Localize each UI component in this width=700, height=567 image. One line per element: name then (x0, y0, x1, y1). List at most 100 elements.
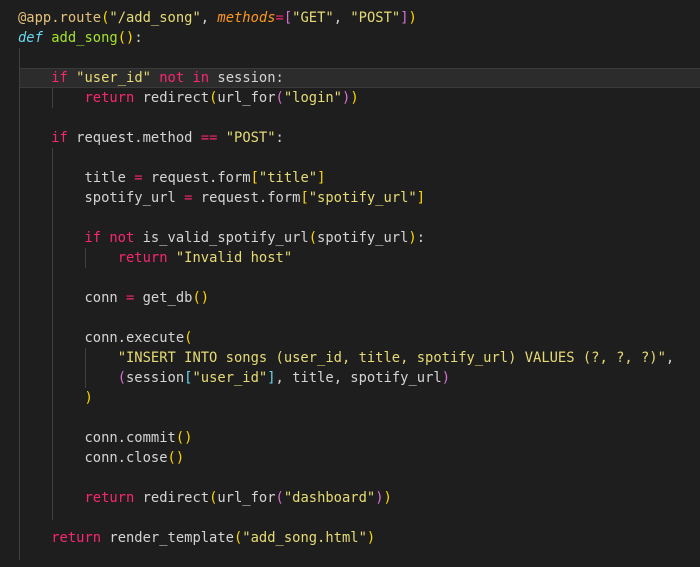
code-token: : (275, 130, 284, 146)
code-line[interactable] (0, 268, 700, 288)
code-token: "INSERT INTO songs (user_id, title, spot… (117, 350, 666, 366)
code-line[interactable] (0, 48, 700, 68)
code-token: ( (275, 490, 284, 506)
code-token: spotify_url (317, 230, 409, 246)
code-token: conn.close (18, 450, 168, 466)
code-token: return (84, 490, 135, 506)
code-token: = (275, 10, 284, 26)
code-line[interactable]: if request.method == "POST": (0, 128, 700, 148)
code-token: url_for (217, 90, 276, 106)
code-line[interactable]: title = request.form["title"] (0, 168, 700, 188)
code-token: ] (317, 170, 326, 186)
code-token: request.form (192, 190, 301, 206)
code-line[interactable] (0, 208, 700, 228)
code-token: ) (375, 490, 384, 506)
code-token: ] (400, 10, 409, 26)
code-token: return (51, 530, 102, 546)
code-line[interactable] (0, 148, 700, 168)
code-line[interactable]: return redirect(url_for("dashboard")) (0, 488, 700, 508)
code-line[interactable]: conn = get_db() (0, 288, 700, 308)
code-token: ) (408, 10, 417, 26)
code-token: def (18, 30, 43, 46)
code-token: url_for (217, 490, 276, 506)
code-token: "POST" (225, 130, 276, 146)
code-token: @app.route (18, 10, 102, 26)
code-token: , (333, 10, 351, 26)
code-token: "title" (258, 170, 318, 186)
code-token: "Invalid host" (175, 250, 293, 266)
code-token: ) (408, 230, 417, 246)
code-token: session (126, 370, 185, 386)
code-token: ( (184, 330, 193, 346)
code-token: ( (308, 230, 318, 246)
code-line[interactable]: conn.execute( (0, 328, 700, 348)
code-token: request.form (142, 170, 251, 186)
code-token: () (192, 290, 210, 306)
code-line[interactable]: conn.commit() (0, 428, 700, 448)
code-line[interactable] (0, 468, 700, 488)
code-line[interactable]: return render_template("add_song.html") (0, 528, 700, 548)
code-token: ( (117, 370, 126, 386)
code-token: "/add_song" (109, 10, 201, 26)
code-token: title (18, 170, 135, 186)
code-editor[interactable]: @app.route("/add_song", methods=["GET", … (0, 0, 700, 567)
code-token: ) (383, 490, 392, 506)
code-token: conn.execute (18, 330, 185, 346)
code-token: ) (350, 90, 359, 106)
code-token: is_valid_spotify_url (134, 230, 309, 246)
code-token: if not (84, 230, 135, 246)
code-token: () (167, 450, 185, 466)
code-line[interactable]: if "user_id" not in session: (0, 68, 700, 88)
code-token: () (117, 30, 135, 46)
code-token: session: (209, 70, 284, 86)
code-token: "spotify_url" (308, 190, 417, 206)
code-token: not in (159, 70, 210, 86)
code-line[interactable]: return redirect(url_for("login")) (0, 88, 700, 108)
code-line[interactable]: conn.close() (0, 448, 700, 468)
code-line[interactable]: @app.route("/add_song", methods=["GET", … (0, 8, 700, 28)
code-line[interactable] (0, 308, 700, 328)
code-line[interactable]: return "Invalid host" (0, 248, 700, 268)
code-token: methods (217, 10, 276, 26)
code-line[interactable]: ) (0, 388, 700, 408)
code-line[interactable]: spotify_url = request.form["spotify_url"… (0, 188, 700, 208)
code-line[interactable]: def add_song(): (0, 28, 700, 48)
code-line[interactable] (0, 508, 700, 528)
code-token: ] (416, 190, 426, 206)
code-token: ) (366, 530, 376, 546)
code-line[interactable]: if not is_valid_spotify_url(spotify_url)… (0, 228, 700, 248)
code-token: if (51, 130, 68, 146)
code-token: [ (283, 10, 293, 26)
code-token: : (416, 230, 426, 246)
code-token: = (134, 170, 143, 186)
code-line[interactable] (0, 408, 700, 428)
code-token: ( (275, 90, 284, 106)
code-token: "dashboard" (283, 490, 376, 506)
code-token: request.method (67, 130, 201, 146)
code-token: redirect (134, 90, 210, 106)
code-token: "user_id" (192, 370, 268, 386)
code-line[interactable]: (session["user_id"], title, spotify_url) (0, 368, 700, 388)
code-token: conn.commit (18, 430, 176, 446)
code-token: return (117, 250, 168, 266)
code-token: ) (84, 390, 93, 406)
code-line[interactable]: "INSERT INTO songs (user_id, title, spot… (0, 348, 700, 368)
code-token: , (200, 10, 218, 26)
code-token: , (665, 350, 675, 366)
code-token: "user_id" (76, 70, 151, 86)
code-line[interactable] (0, 108, 700, 128)
code-token: [ (300, 190, 309, 206)
code-token: () (175, 430, 193, 446)
code-token: return (84, 90, 135, 106)
